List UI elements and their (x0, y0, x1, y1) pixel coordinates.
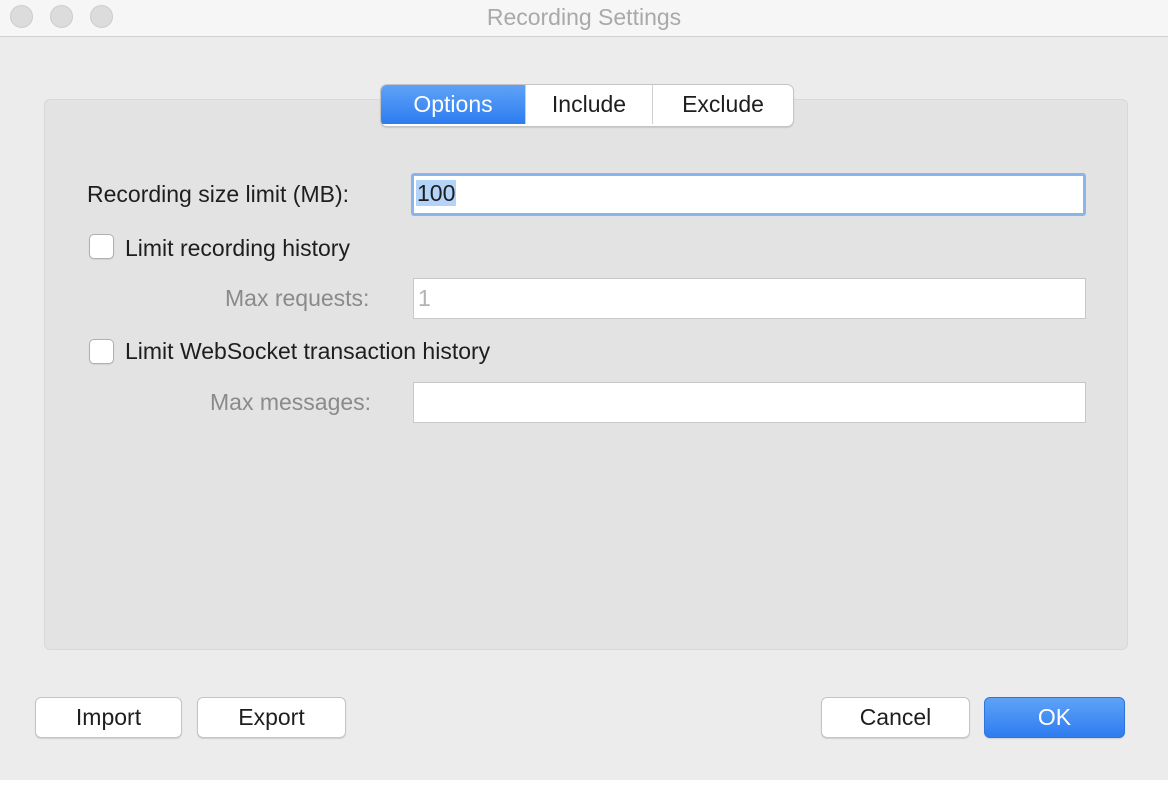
size-limit-input[interactable]: 100 (411, 173, 1086, 216)
window-title: Recording Settings (486, 4, 682, 30)
title-bar: Recording Settings (0, 0, 1168, 37)
limit-history-checkbox[interactable] (89, 234, 114, 259)
tab-bar: Options Include Exclude (380, 84, 794, 127)
size-limit-value: 100 (416, 180, 457, 206)
limit-websocket-label[interactable]: Limit WebSocket transaction history (125, 338, 490, 365)
ok-button[interactable]: OK (984, 697, 1125, 738)
max-requests-input[interactable]: 1 (413, 278, 1086, 319)
limit-history-label[interactable]: Limit recording history (125, 235, 350, 262)
limit-websocket-checkbox[interactable] (89, 339, 114, 364)
cancel-button[interactable]: Cancel (821, 697, 970, 738)
tab-include[interactable]: Include (525, 85, 652, 124)
size-limit-label: Recording size limit (MB): (87, 181, 349, 207)
tab-exclude[interactable]: Exclude (652, 85, 793, 124)
max-requests-label: Max requests: (225, 285, 370, 311)
max-messages-input[interactable] (413, 382, 1086, 423)
tab-options[interactable]: Options (381, 85, 525, 124)
export-button[interactable]: Export (197, 697, 346, 738)
max-messages-label: Max messages: (210, 389, 372, 415)
recording-settings-window: Recording Settings Options Include Exclu… (0, 0, 1168, 780)
import-button[interactable]: Import (35, 697, 182, 738)
